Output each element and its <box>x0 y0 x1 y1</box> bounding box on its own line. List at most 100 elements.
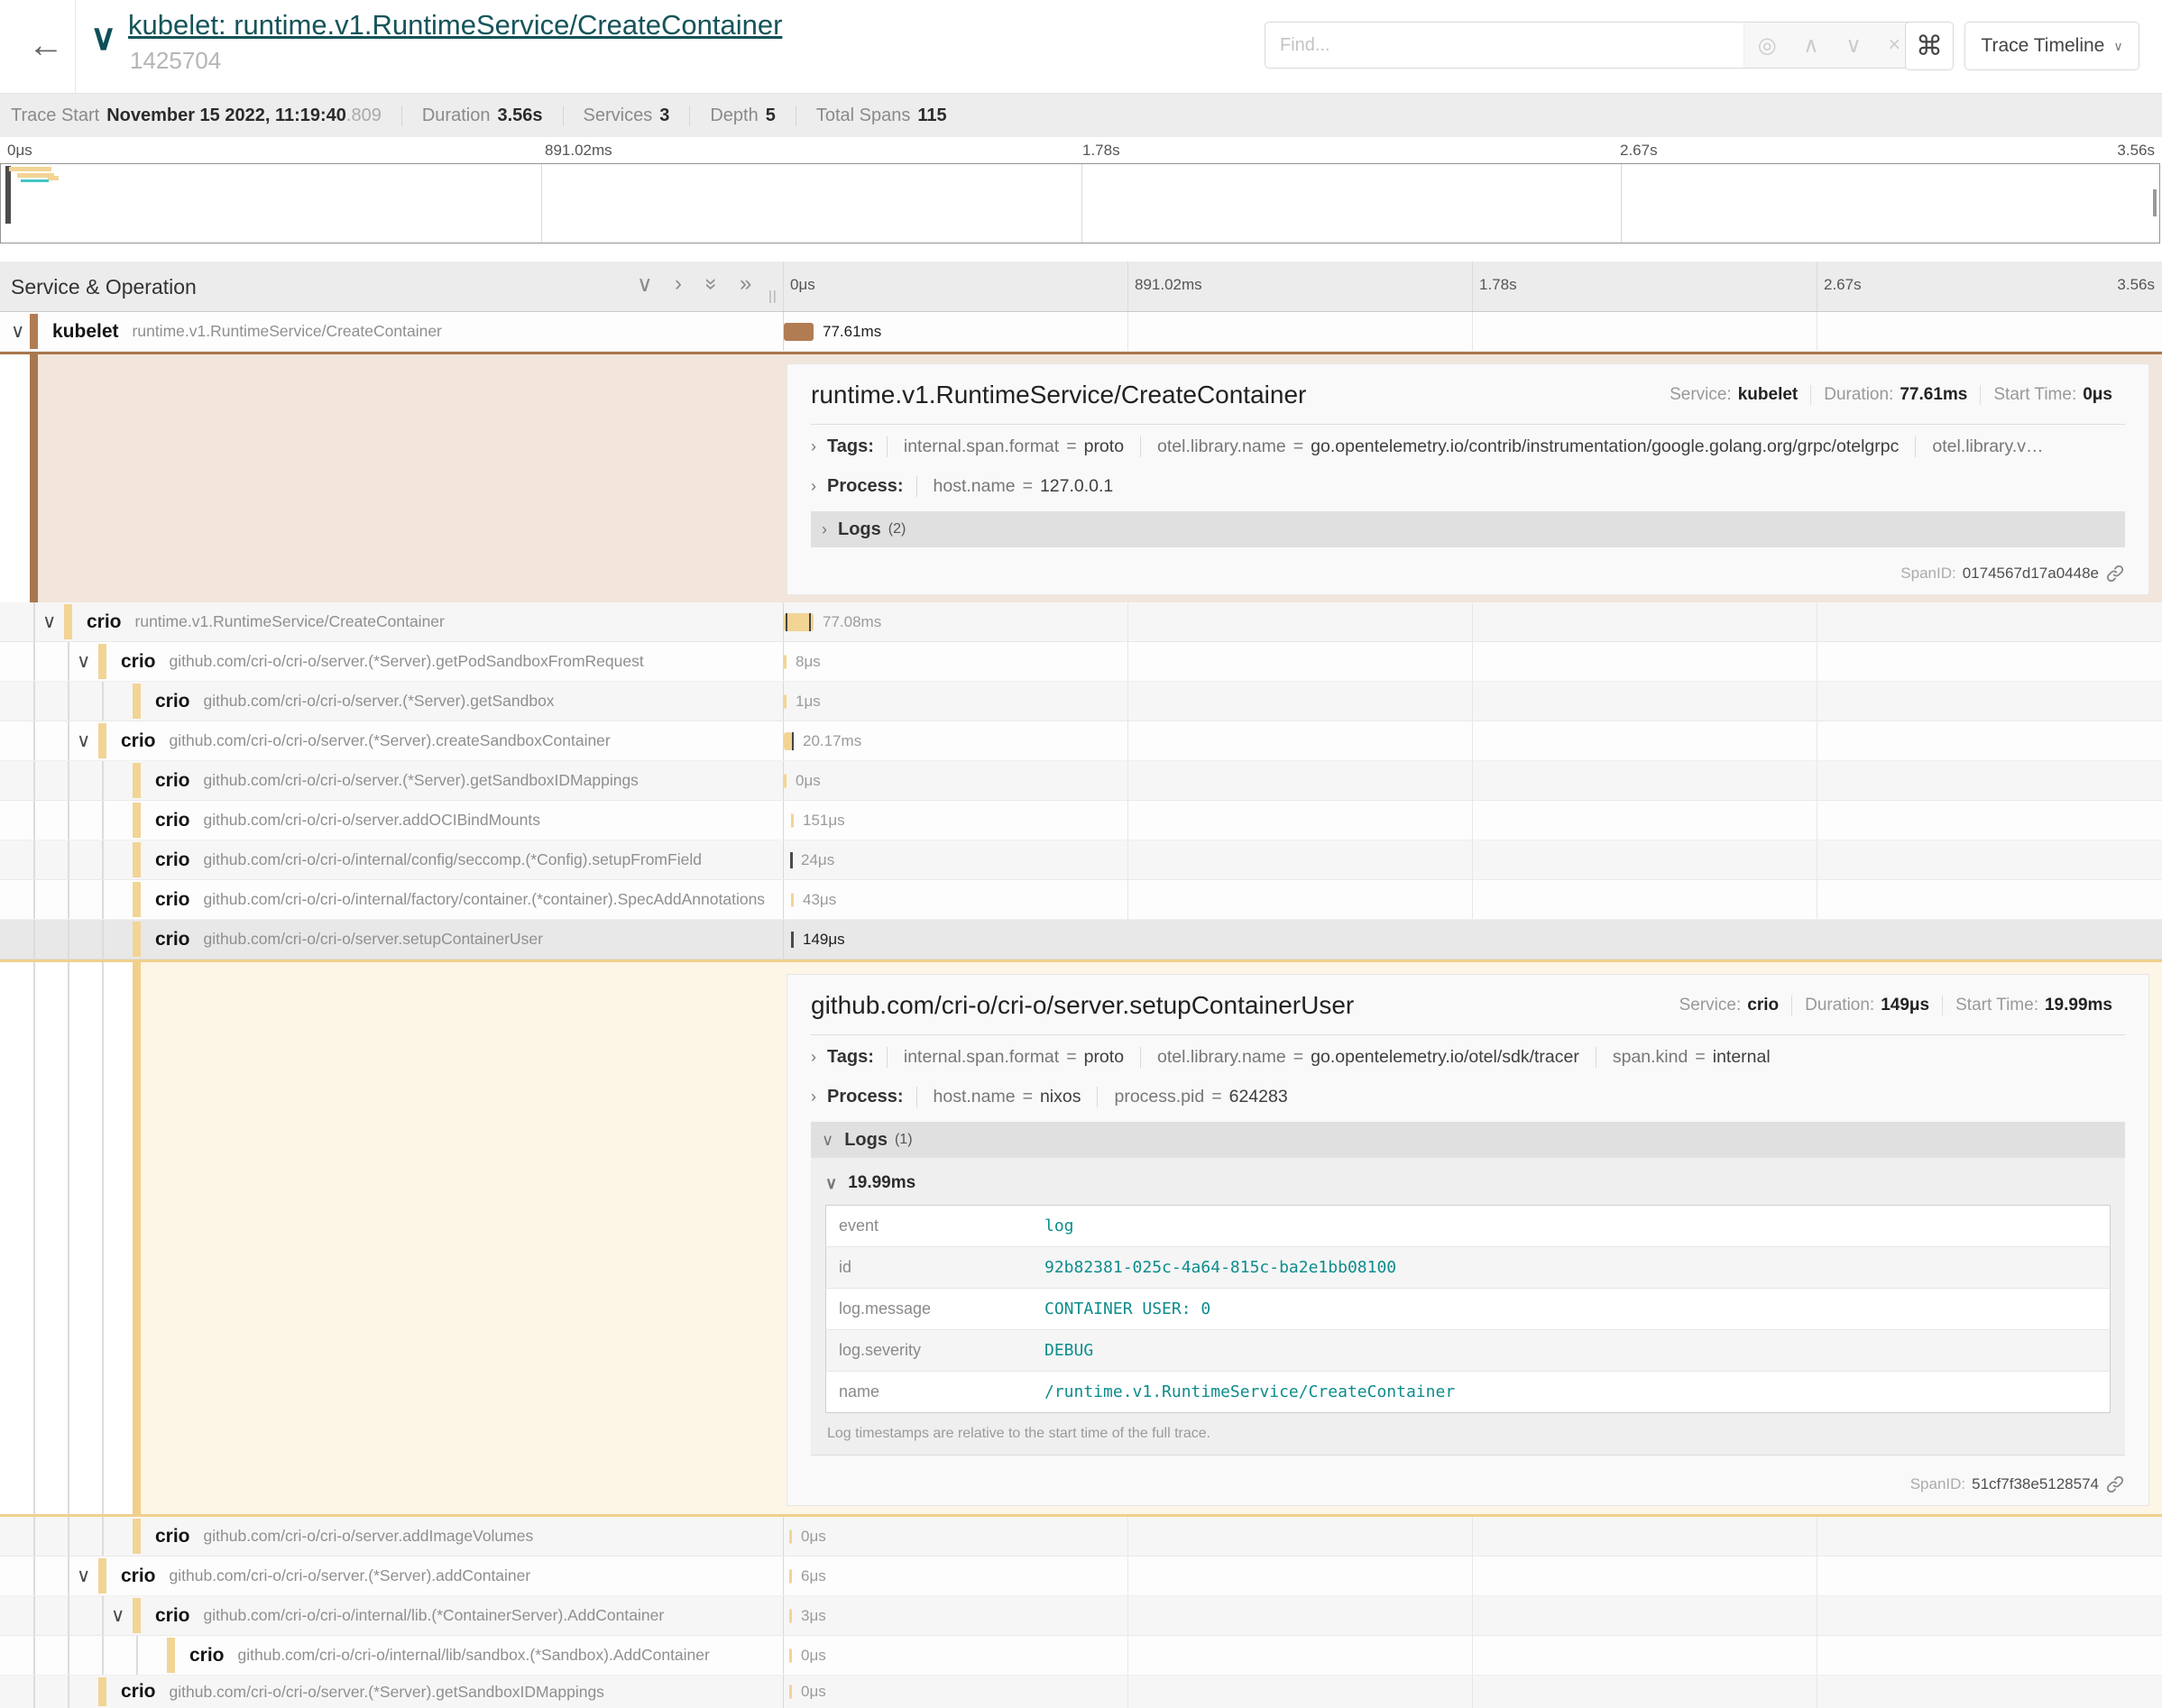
trace-view-select[interactable]: Trace Timeline ∨ <box>1964 22 2139 70</box>
command-icon: ⌘ <box>1916 31 1943 62</box>
total-spans-stat: Total Spans115 <box>796 106 967 126</box>
minimap-span-kubelet <box>9 167 51 171</box>
service-color-strip <box>133 962 141 1514</box>
service-color-strip <box>30 354 38 602</box>
chevron-down-icon: ∨ <box>2113 39 2122 54</box>
timeline-tick-labels: 0μs 891.02ms 1.78s 2.67s 3.56s <box>0 276 2162 298</box>
process-row[interactable]: › Process: host.name=127.0.0.1 <box>811 466 2125 506</box>
chevron-down-icon[interactable]: ∨ <box>77 642 90 681</box>
logs-accordion[interactable]: › Logs (2) <box>811 511 2125 547</box>
keyboard-shortcuts-button[interactable]: ⌘ <box>1905 22 1954 70</box>
table-row: log.messageCONTAINER USER: 0 <box>826 1289 2111 1330</box>
trace-page-header: ← ∨ kubelet: runtime.v1.RuntimeService/C… <box>0 0 2162 93</box>
span-row-lib-addcontainer[interactable]: ∨ criogithub.com/cri-o/cri-o/internal/li… <box>0 1596 2162 1636</box>
find-input[interactable] <box>1265 22 1743 69</box>
minimap-gridline <box>1081 164 1082 243</box>
chevron-right-icon: › <box>811 1088 816 1107</box>
process-item: process.pid=624283 <box>1097 1087 1303 1107</box>
log-fields-table: eventlog id92b82381-025c-4a64-815c-ba2e1… <box>825 1205 2111 1413</box>
minimap-tick-labels: 0μs 891.02ms 1.78s 2.67s 3.56s <box>0 142 2162 163</box>
span-row-sandbox-addcontainer[interactable]: criogithub.com/cri-o/cri-o/internal/lib/… <box>0 1636 2162 1676</box>
process-row[interactable]: › Process: host.name=nixos process.pid=6… <box>811 1077 2125 1116</box>
find-prev-icon[interactable]: ∧ <box>1803 32 1819 59</box>
chevron-down-icon: ∨ <box>822 1131 833 1150</box>
span-table-header: Service & Operation ∨ › » » || 0μs 891.0… <box>0 262 2162 312</box>
minimap-gridline <box>1621 164 1622 243</box>
services-stat: Services3 <box>563 106 690 126</box>
span-row-getsandboxidmappings-2[interactable]: criogithub.com/cri-o/cri-o/server.(*Serv… <box>0 1676 2162 1708</box>
timeline-gridline <box>1127 312 1128 351</box>
span-row-setupfromfield[interactable]: criogithub.com/cri-o/cri-o/internal/conf… <box>0 840 2162 880</box>
find-next-icon[interactable]: ∨ <box>1845 32 1862 59</box>
header-divider <box>75 0 76 93</box>
chevron-down-icon[interactable]: ∨ <box>77 1556 90 1595</box>
copy-link-icon[interactable] <box>2105 564 2125 583</box>
trace-start-stat: Trace Start November 15 2022, 11:19:40.8… <box>0 106 401 126</box>
logs-footnote: Log timestamps are relative to the start… <box>827 1426 2109 1442</box>
chevron-right-icon: › <box>811 477 816 496</box>
span-row-addcontainer[interactable]: ∨ criogithub.com/cri-o/cri-o/server.(*Se… <box>0 1556 2162 1596</box>
span-id-value: 0174567d17a0448e <box>1963 565 2099 583</box>
trace-title-link[interactable]: kubelet: runtime.v1.RuntimeService/Creat… <box>128 9 782 41</box>
chevron-right-icon: › <box>811 1048 816 1067</box>
span-row-setupcontaineruser[interactable]: criogithub.com/cri-o/cri-o/server.setupC… <box>0 920 2162 960</box>
span-detail-panel-setupcontaineruser: github.com/cri-o/cri-o/server.setupConta… <box>0 960 2162 1517</box>
span-id-value: 51cf7f38e5128574 <box>1972 1475 2099 1493</box>
span-detail-card: github.com/cri-o/cri-o/server.setupConta… <box>787 974 2149 1506</box>
span-detail-card: runtime.v1.RuntimeService/CreateContaine… <box>787 363 2149 595</box>
span-row-crio-createcontainer[interactable]: ∨ crioruntime.v1.RuntimeService/CreateCo… <box>0 602 2162 642</box>
tag-item: internal.span.format=proto <box>887 1047 1140 1068</box>
detail-start-time: Start Time:19.99ms <box>1942 996 2125 1015</box>
detail-duration: Duration:77.61ms <box>1810 385 1980 405</box>
find-clear-icon[interactable]: × <box>1888 32 1900 58</box>
chevron-down-icon[interactable]: ∨ <box>42 602 56 641</box>
tags-row[interactable]: › Tags: internal.span.format=proto otel.… <box>811 427 2125 466</box>
minimap-gridline <box>541 164 542 243</box>
minimap-right-scrubber[interactable] <box>2153 189 2157 216</box>
timeline-gridline <box>1472 312 1473 351</box>
chevron-down-icon: ∨ <box>825 1174 837 1193</box>
span-row-addocibindmounts[interactable]: criogithub.com/cri-o/cri-o/server.addOCI… <box>0 801 2162 840</box>
chevron-right-icon: › <box>822 520 827 539</box>
trace-minimap[interactable] <box>0 163 2160 243</box>
log-marker <box>786 613 787 631</box>
span-row-addimagevolumes[interactable]: criogithub.com/cri-o/cri-o/server.addIma… <box>0 1517 2162 1556</box>
span-tick[interactable] <box>784 655 787 668</box>
chevron-down-icon[interactable]: ∨ <box>77 721 90 760</box>
log-entry-toggle[interactable]: ∨ 19.99ms <box>825 1167 2111 1199</box>
table-row: log.severityDEBUG <box>826 1330 2111 1372</box>
detail-service: Service:kubelet <box>1657 385 1810 405</box>
span-row-getsandboxidmappings[interactable]: criogithub.com/cri-o/cri-o/server.(*Serv… <box>0 761 2162 801</box>
tag-item: otel.library.name=go.opentelemetry.io/co… <box>1140 436 1915 457</box>
span-row-getpodsandboxfromrequest[interactable]: ∨ criogithub.com/cri-o/cri-o/server.(*Se… <box>0 642 2162 682</box>
chevron-down-icon[interactable]: ∨ <box>111 1596 124 1635</box>
tag-item: internal.span.format=proto <box>887 436 1140 457</box>
depth-stat: Depth5 <box>689 106 796 126</box>
log-marker <box>791 932 794 948</box>
tag-item: span.kind=internal <box>1596 1047 1787 1068</box>
span-row-kubelet-createcontainer[interactable]: ∨ kubelet runtime.v1.RuntimeService/Crea… <box>0 312 2162 352</box>
back-arrow-icon[interactable]: ← <box>20 16 72 74</box>
logs-accordion[interactable]: ∨ Logs (1) <box>811 1122 2125 1158</box>
span-row-getsandbox[interactable]: criogithub.com/cri-o/cri-o/server.(*Serv… <box>0 682 2162 721</box>
span-id-row: SpanID: 51cf7f38e5128574 <box>811 1467 2125 1494</box>
trace-stats-bar: Trace Start November 15 2022, 11:19:40.8… <box>0 93 2162 137</box>
chevron-down-icon[interactable]: ∨ <box>90 20 116 56</box>
locate-icon[interactable]: ◎ <box>1758 32 1777 59</box>
process-item: host.name=127.0.0.1 <box>916 476 1130 497</box>
span-row-createsandboxcontainer[interactable]: ∨ criogithub.com/cri-o/cri-o/server.(*Se… <box>0 721 2162 761</box>
span-row-specaddannotations[interactable]: criogithub.com/cri-o/cri-o/internal/fact… <box>0 880 2162 920</box>
trace-view-label: Trace Timeline <box>1981 35 2104 57</box>
chevron-down-icon[interactable]: ∨ <box>11 312 24 351</box>
tag-item: otel.library.name=go.opentelemetry.io/ot… <box>1140 1047 1596 1068</box>
minimap-span-teal <box>21 179 49 182</box>
operation-name: runtime.v1.RuntimeService/CreateContaine… <box>133 322 442 341</box>
log-marker <box>790 852 793 868</box>
tag-item: otel.library.v… <box>1915 436 2059 457</box>
span-bar[interactable] <box>784 323 814 341</box>
tags-row[interactable]: › Tags: internal.span.format=proto otel.… <box>811 1037 2125 1077</box>
minimap-left-scrubber[interactable] <box>5 166 11 224</box>
table-row: eventlog <box>826 1206 2111 1247</box>
service-name: kubelet <box>52 321 119 343</box>
copy-link-icon[interactable] <box>2105 1474 2125 1494</box>
